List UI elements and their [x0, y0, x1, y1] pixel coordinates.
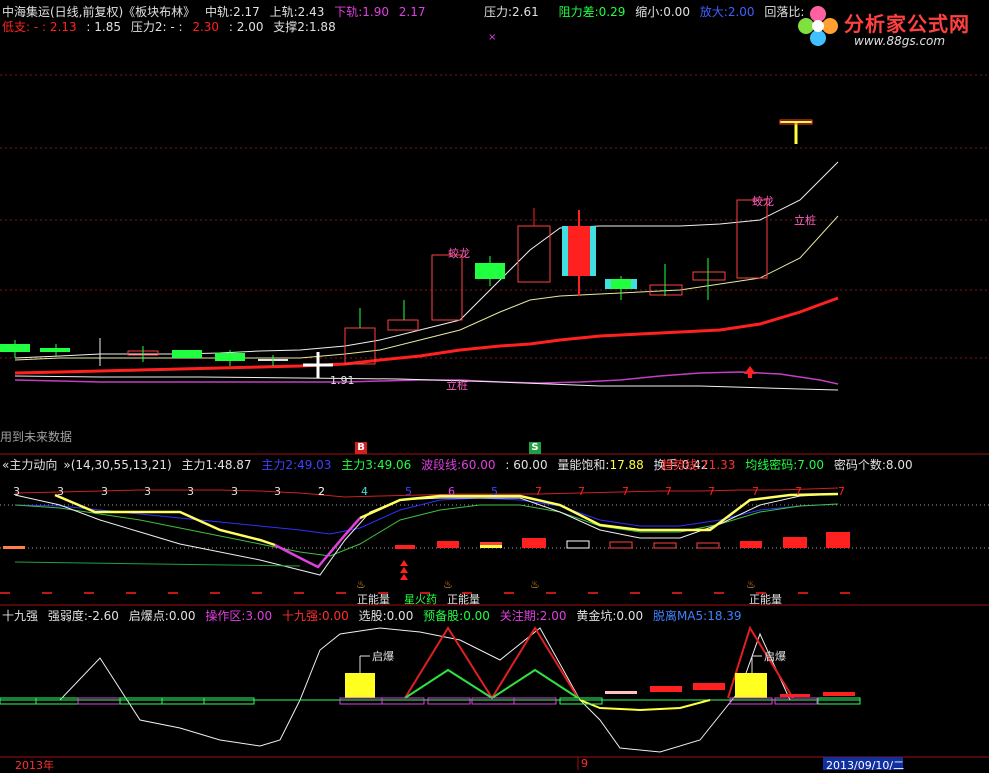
- digit: 5: [405, 485, 412, 498]
- pile-label-2: 立桩: [446, 379, 468, 392]
- digit: 7: [622, 485, 629, 498]
- watch-period: 关注期:2.00: [499, 609, 567, 623]
- pick-stock: 选股:0.00: [358, 609, 414, 623]
- red-ma-line: [14, 296, 839, 375]
- main-grid: [0, 74, 989, 359]
- footer-date[interactable]: 2013/09/10/二: [826, 757, 904, 773]
- burst-bar-1: [345, 673, 375, 698]
- pane3-header: 十九强 强弱度:-2.60 启爆点:0.00 操作区:3.00 十九强:0.00…: [2, 607, 748, 624]
- mid-band-line: [14, 215, 839, 361]
- pane2-yellow-line: [54, 493, 276, 547]
- burst-label-1: 启爆: [372, 650, 394, 663]
- burst-label-2: 启爆: [764, 650, 786, 663]
- digit: 7: [838, 485, 845, 498]
- white-low-line: [14, 375, 839, 391]
- pane3-red-zigzag: [404, 626, 579, 700]
- pane2-header: «主力动向 »(14,30,55,13,21) 主力1:48.87 主力2:49.…: [2, 456, 714, 473]
- positive-energy-3: 正能量: [749, 593, 782, 606]
- fire-label: 星火药: [404, 593, 437, 606]
- svg-text:♨: ♨: [746, 578, 756, 591]
- main2: 主力2:49.03: [261, 458, 332, 472]
- burst-bar-2: [735, 673, 767, 698]
- footer-mid-label: 9: [581, 757, 588, 770]
- digit: 3: [13, 485, 20, 498]
- future-data-note: 用到未来数据: [0, 430, 73, 444]
- digit: 4: [361, 485, 368, 498]
- dragon-label-1: 蛟龙: [448, 247, 470, 260]
- chart-canvas[interactable]: × ♨ ♨ ♨ ♨: [0, 0, 989, 770]
- buy-marker[interactable]: B: [355, 442, 367, 454]
- svg-text:♨: ♨: [443, 578, 453, 591]
- digit: 3: [144, 485, 151, 498]
- code-count: 密码个数:8.00: [833, 458, 913, 472]
- pane2-title[interactable]: «主力动向 »(14,30,55,13,21): [2, 458, 178, 472]
- saturation: 量能饱和:17.88: [557, 458, 644, 472]
- pane3-yellow-dip: [579, 699, 711, 712]
- start-point: 启爆点:0.00: [128, 609, 196, 623]
- ma-code: 均线密码:7.00: [745, 458, 824, 472]
- digit: 3: [231, 485, 238, 498]
- upper-band-line: [14, 161, 839, 359]
- stacked-red-arrows: [400, 560, 408, 580]
- svg-text:×: ×: [488, 32, 496, 43]
- sell-marker[interactable]: S: [529, 442, 541, 454]
- digit: 6: [448, 485, 455, 498]
- digit: 7: [578, 485, 585, 498]
- digit: 7: [795, 485, 802, 498]
- low-price-label: 1.91: [330, 374, 355, 387]
- footer-year: 2013年: [15, 759, 54, 772]
- fire-icons: ♨ ♨ ♨ ♨: [356, 578, 756, 591]
- pane2-blue-line: [14, 497, 839, 535]
- digit: 3: [187, 485, 194, 498]
- positive-energy-1: 正能量: [357, 593, 390, 606]
- ma5-diverge: 脱离MA5:18.39: [652, 609, 742, 623]
- wave-line: 波段线:60.00: [421, 458, 496, 472]
- pane3-green-zigzag: [404, 668, 579, 700]
- dragon-label-2: 蛟龙: [752, 195, 774, 208]
- n19: 十九强:0.00: [281, 609, 349, 623]
- pane3-title[interactable]: 十九强: [2, 609, 38, 623]
- v60: : 60.00: [505, 458, 548, 472]
- digit: 3: [101, 485, 108, 498]
- digit: 3: [57, 485, 64, 498]
- digit: 3: [274, 485, 281, 498]
- op-zone: 操作区:3.00: [205, 609, 273, 623]
- pile-label-1: 立桩: [794, 214, 816, 227]
- positive-energy-2: 正能量: [447, 593, 480, 606]
- trend-line: 趋势线:71.33: [661, 458, 736, 472]
- candles: ×: [0, 32, 813, 378]
- digit: 7: [752, 485, 759, 498]
- digit: 2: [318, 485, 325, 498]
- digit: 5: [491, 485, 498, 498]
- digit: 7: [665, 485, 672, 498]
- main3: 主力3:49.06: [341, 458, 412, 472]
- pane2-bars: [3, 532, 850, 549]
- svg-text:♨: ♨: [530, 578, 540, 591]
- gold-pit: 黄金坑:0.00: [576, 609, 644, 623]
- svg-text:♨: ♨: [356, 578, 366, 591]
- weak-strength: 强弱度:-2.60: [47, 609, 119, 623]
- main1: 主力1:48.87: [181, 458, 252, 472]
- pane2-header-right: 趋势线:71.33 均线密码:7.00 密码个数:8.00: [661, 456, 919, 473]
- digit: 7: [535, 485, 542, 498]
- digit: 7: [708, 485, 715, 498]
- pane2-magenta-line: [274, 517, 361, 569]
- prep-stock: 预备股:0.00: [423, 609, 490, 623]
- pane2-white-line: [14, 493, 839, 576]
- magenta-line: [14, 371, 839, 385]
